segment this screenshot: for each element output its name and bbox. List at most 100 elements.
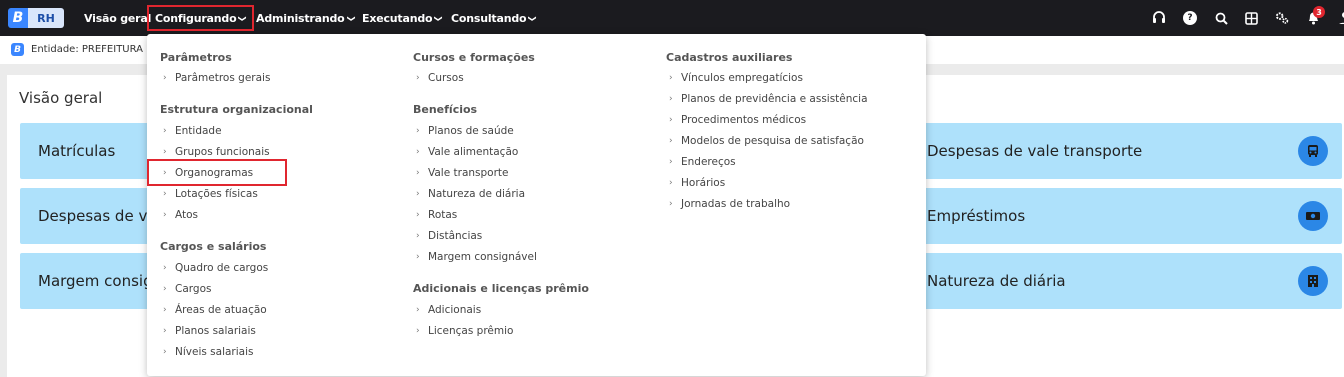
top-navbar: B RH Visão geral Configurando ❯ Administ… <box>0 0 1344 36</box>
arrow-icon: › <box>416 168 420 178</box>
nav-label: Configurando <box>155 11 237 25</box>
bus-icon <box>1298 136 1328 166</box>
menu-item-cursos[interactable]: › Cursos <box>416 72 464 84</box>
nav-label: Consultando <box>451 11 527 25</box>
grid-icon[interactable] <box>1244 11 1258 25</box>
menu-item-natureza-diaria[interactable]: › Natureza de diária <box>416 188 525 200</box>
arrow-icon: › <box>163 189 167 199</box>
menu-item-label: Natureza de diária <box>428 188 526 200</box>
entity-logo-icon: B <box>11 43 24 56</box>
card-label: Empréstimos <box>927 207 1026 225</box>
menu-item-label: Endereços <box>681 156 736 168</box>
arrow-icon: › <box>416 326 420 336</box>
arrow-icon: › <box>163 210 167 220</box>
card-label: Margem consigr <box>38 272 159 290</box>
menu-item-enderecos[interactable]: › Endereços <box>669 156 736 168</box>
menu-item-label: Planos salariais <box>175 325 256 337</box>
menu-item-adicionais[interactable]: › Adicionais <box>416 304 481 316</box>
menu-item-label: Áreas de atuação <box>175 304 267 316</box>
menu-item-label: Planos de saúde <box>428 125 514 137</box>
menu-item-horarios[interactable]: › Horários <box>669 177 725 189</box>
notification-badge: 3 <box>1313 6 1325 18</box>
arrow-icon: › <box>669 94 673 104</box>
headset-icon[interactable] <box>1152 11 1166 25</box>
menu-item-distancias[interactable]: › Distâncias <box>416 230 482 242</box>
settings-icon[interactable] <box>1275 11 1289 25</box>
highlight-box <box>147 159 287 186</box>
card-matriculas[interactable]: Matrículas <box>20 123 155 179</box>
arrow-icon: › <box>163 347 167 357</box>
search-icon[interactable] <box>1214 11 1228 25</box>
menu-item-label: Atos <box>175 209 199 221</box>
nav-configurando[interactable]: Configurando ❯ <box>147 5 254 31</box>
arrow-icon: › <box>416 189 420 199</box>
menu-item-niveis-salariais[interactable]: › Níveis salariais <box>163 346 253 358</box>
arrow-icon: › <box>416 126 420 136</box>
menu-item-label: Horários <box>681 177 726 189</box>
card-emprestimos[interactable]: Empréstimos <box>915 188 1342 244</box>
arrow-icon: › <box>163 126 167 136</box>
card-despesas-vale[interactable]: Despesas de val <box>20 188 161 244</box>
menu-item-licencas-premio[interactable]: › Licenças prêmio <box>416 325 513 337</box>
arrow-icon: › <box>669 136 673 146</box>
menu-item-atos[interactable]: › Atos <box>163 209 198 221</box>
arrow-icon: › <box>669 178 673 188</box>
menu-item-parametros-gerais[interactable]: › Parâmetros gerais <box>163 72 270 84</box>
menu-item-label: Vale alimentação <box>428 146 519 158</box>
entity-selector[interactable]: Entidade: PREFEITURA D <box>31 44 154 55</box>
menu-item-planos-previdencia[interactable]: › Planos de previdência e assistência <box>669 93 868 105</box>
menu-item-label: Grupos funcionais <box>175 146 270 158</box>
menu-item-cargos[interactable]: › Cargos <box>163 283 211 295</box>
logo-app-name: RH <box>28 8 64 28</box>
menu-item-vale-transporte[interactable]: › Vale transporte <box>416 167 509 179</box>
arrow-icon: › <box>416 252 420 262</box>
arrow-icon: › <box>669 157 673 167</box>
nav-label: Administrando <box>256 11 345 25</box>
menu-item-vinculos[interactable]: › Vínculos empregatícios <box>669 72 803 84</box>
menu-item-areas-atuacao[interactable]: › Áreas de atuação <box>163 304 267 316</box>
menu-item-modelos-pesquisa[interactable]: › Modelos de pesquisa de satisfação <box>669 135 864 147</box>
menu-item-rotas[interactable]: › Rotas <box>416 209 457 221</box>
menu-item-margem-consignavel[interactable]: › Margem consignável <box>416 251 537 263</box>
section-title-estrutura: Estrutura organizacional <box>160 103 313 116</box>
logo-letter: B <box>8 8 28 28</box>
nav-consultando[interactable]: Consultando ❯ <box>445 5 542 31</box>
menu-item-procedimentos-medicos[interactable]: › Procedimentos médicos <box>669 114 806 126</box>
nav-administrando[interactable]: Administrando ❯ <box>250 5 360 31</box>
menu-item-entidade[interactable]: › Entidade <box>163 125 222 137</box>
nav-visao-geral[interactable]: Visão geral <box>78 5 157 31</box>
menu-item-lotacoes-fisicas[interactable]: › Lotações físicas <box>163 188 258 200</box>
menu-item-label: Níveis salariais <box>175 346 254 358</box>
nav-executando[interactable]: Executando ❯ <box>356 5 448 31</box>
menu-item-label: Cursos <box>428 72 464 84</box>
menu-item-label: Jornadas de trabalho <box>681 198 791 210</box>
arrow-icon: › <box>163 147 167 157</box>
menu-item-jornadas-trabalho[interactable]: › Jornadas de trabalho <box>669 198 790 210</box>
help-icon[interactable]: ? <box>1183 11 1197 25</box>
user-icon[interactable] <box>1336 11 1344 25</box>
menu-item-quadro-cargos[interactable]: › Quadro de cargos <box>163 262 268 274</box>
arrow-icon: › <box>163 73 167 83</box>
arrow-icon: › <box>163 263 167 273</box>
chevron-down-icon: ❯ <box>238 14 248 22</box>
menu-item-label: Cargos <box>175 283 212 295</box>
menu-item-planos-salariais[interactable]: › Planos salariais <box>163 325 256 337</box>
arrow-icon: › <box>669 199 673 209</box>
card-margem-consignavel[interactable]: Margem consigr <box>20 253 159 309</box>
app-logo[interactable]: B RH <box>8 8 64 28</box>
arrow-icon: › <box>669 73 673 83</box>
menu-item-vale-alimentacao[interactable]: › Vale alimentação <box>416 146 518 158</box>
building-icon <box>1298 266 1328 296</box>
section-title-adicionais: Adicionais e licenças prêmio <box>413 282 589 295</box>
arrow-icon: › <box>416 305 420 315</box>
menu-item-grupos-funcionais[interactable]: › Grupos funcionais <box>163 146 270 158</box>
nav-label: Executando <box>362 11 433 25</box>
arrow-icon: › <box>416 210 420 220</box>
section-title-cadastros-auxiliares: Cadastros auxiliares <box>666 51 793 64</box>
menu-item-label: Distâncias <box>428 230 483 242</box>
card-natureza-diaria[interactable]: Natureza de diária <box>915 253 1342 309</box>
arrow-icon: › <box>163 284 167 294</box>
card-despesas-vale-transporte[interactable]: Despesas de vale transporte <box>915 123 1342 179</box>
menu-item-planos-saude[interactable]: › Planos de saúde <box>416 125 514 137</box>
nav-label: Visão geral <box>84 11 152 25</box>
